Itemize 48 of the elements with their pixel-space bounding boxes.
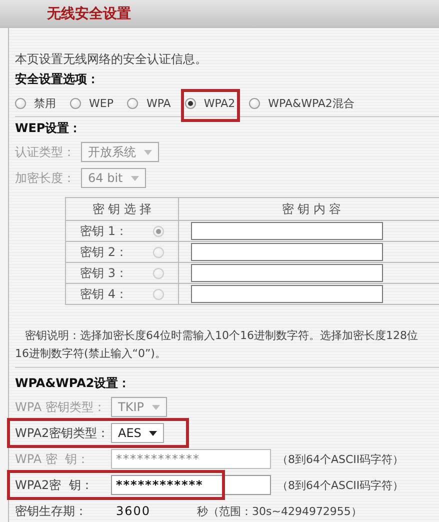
section-heading: WPA&WPA2设置： [15, 374, 132, 392]
field-label: WPA2密 钥： [15, 476, 94, 494]
key-label: 密钥 4： [80, 286, 128, 302]
hint-text: （8到64个ASCII码字符） [277, 478, 404, 492]
option-label[interactable]: WPA [146, 96, 171, 110]
column-header: 密 钥 内 容 [178, 198, 439, 220]
column-header: 密 钥 选 择 [66, 198, 178, 220]
note-text: 密钥说明：选择加密长度64位时需输入10个16进制数字符。选择加密长度128位 [24, 328, 419, 344]
selected-radio[interactable] [153, 226, 164, 236]
key-label: 密钥 1： [80, 222, 128, 240]
key-label: 密钥 3： [80, 264, 128, 282]
option-label[interactable]: WPA&WPA2混合 [268, 96, 354, 110]
radio-button[interactable] [15, 98, 26, 108]
field-label: WPA2密钥类型： [15, 424, 110, 442]
radio-button[interactable] [70, 98, 81, 108]
field-label: 密钥生存期： [15, 502, 88, 520]
note-text: 16进制数字符(禁止输入“0”)。 [15, 346, 167, 362]
key-label: 密钥 2： [80, 244, 128, 260]
caret-icon [149, 430, 158, 436]
option-label[interactable]: 禁用 [34, 96, 56, 110]
input-field[interactable] [191, 243, 383, 261]
input-field[interactable] [191, 222, 383, 240]
field-label: 认证类型： [15, 144, 76, 160]
input-field[interactable]: 3600 [111, 501, 191, 521]
caret-icon [144, 150, 152, 154]
caret-icon [130, 176, 139, 180]
field-label: WPA 密 钥： [15, 450, 90, 468]
section-heading: WEP设置： [15, 120, 82, 136]
input-field[interactable] [191, 285, 383, 303]
page-title: 无线安全设置 [47, 4, 131, 22]
hint-text: 秒（范围：30s~4294972955） [197, 504, 362, 518]
caret-icon [152, 404, 160, 410]
field-label: 加密长度： [15, 170, 76, 186]
option-label[interactable]: WPA2 [204, 96, 236, 110]
dropdown[interactable]: AES [111, 423, 164, 443]
hint-text: （8到64个ASCII码字符） [277, 452, 404, 466]
selected-radio[interactable] [184, 98, 196, 108]
field-label: WPA 密钥类型： [15, 398, 106, 416]
radio-button[interactable] [127, 98, 138, 108]
radio-button[interactable] [153, 246, 164, 258]
radio-button[interactable] [249, 98, 260, 108]
radio-button[interactable] [153, 268, 164, 278]
option-label[interactable]: WEP [89, 96, 114, 110]
section-heading: 安全设置选项： [15, 70, 100, 88]
intro-text: 本页设置无线网络的安全认证信息。 [15, 50, 208, 68]
password-field[interactable]: ************ [111, 475, 271, 495]
radio-button[interactable] [153, 288, 164, 300]
input-field[interactable] [191, 264, 383, 282]
